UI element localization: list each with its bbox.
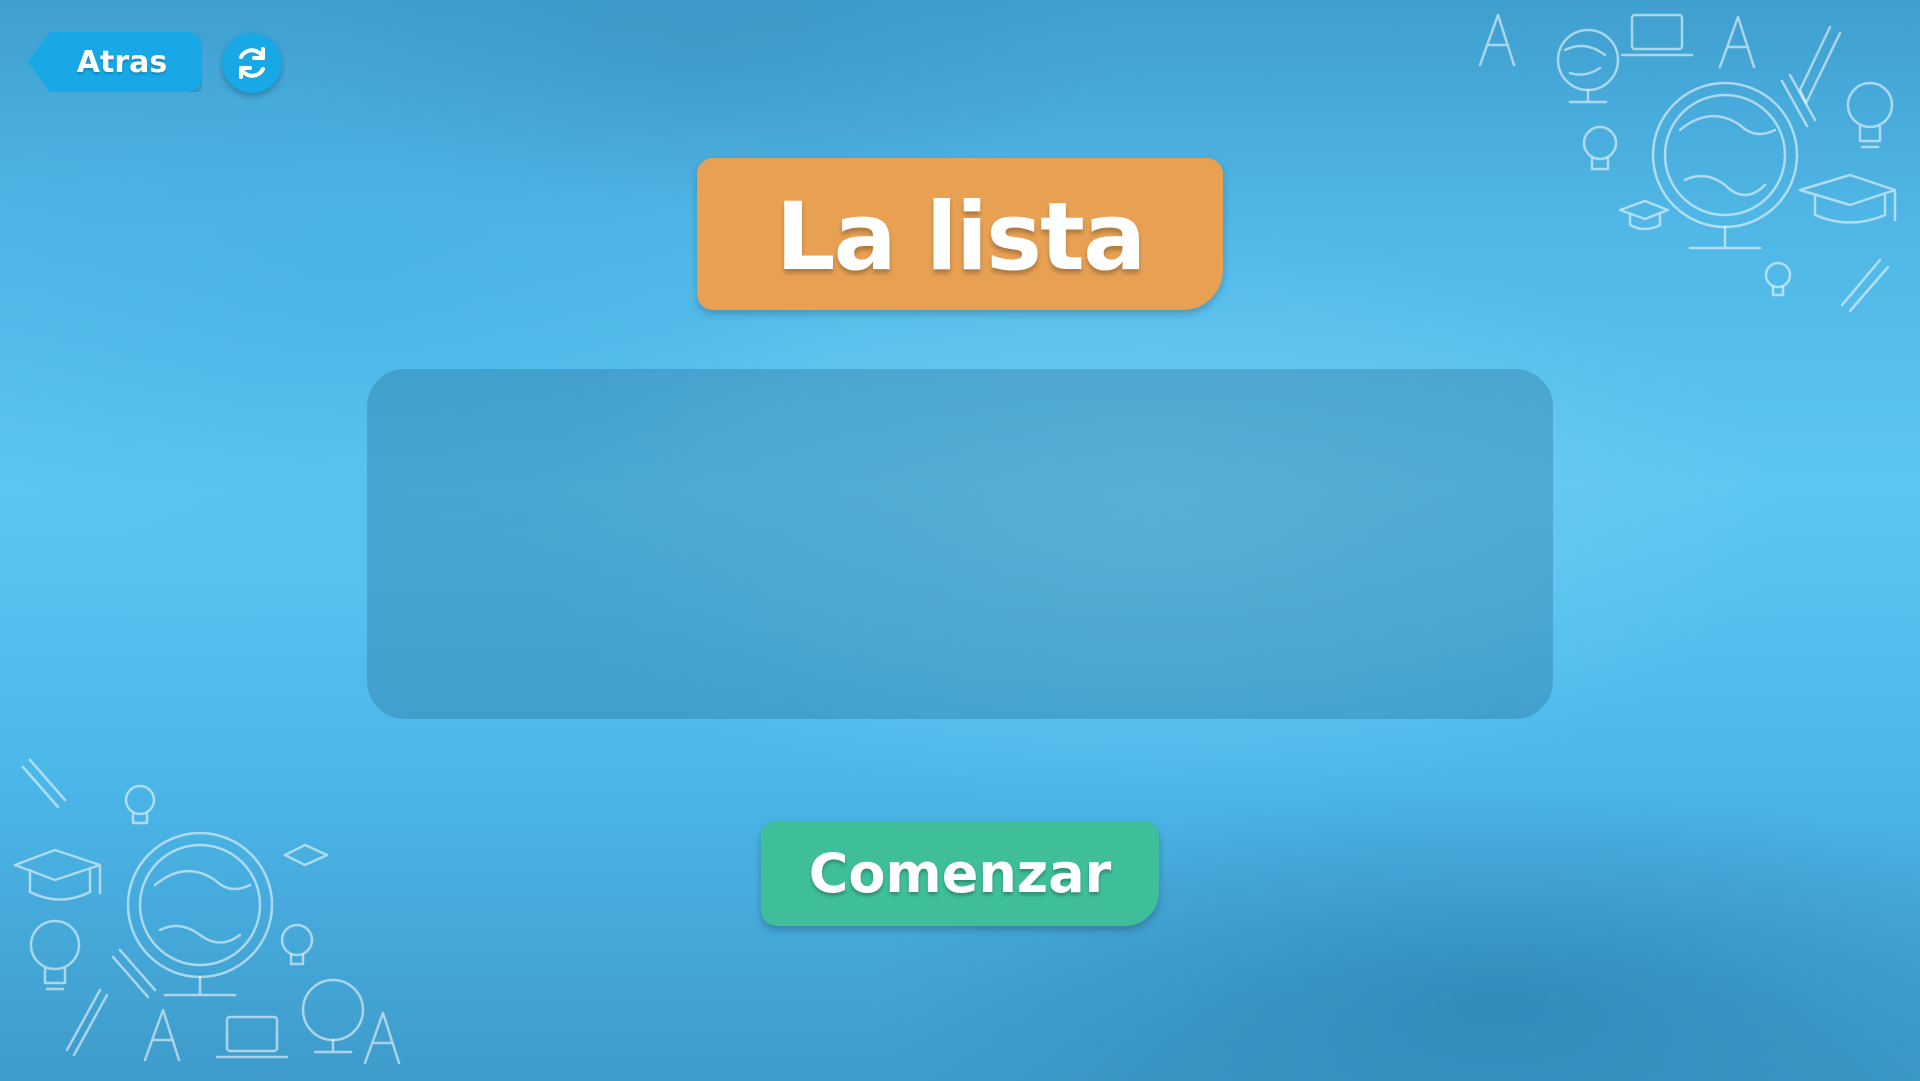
back-button-label: Atras bbox=[76, 44, 168, 80]
light-bulb-icon bbox=[124, 784, 156, 825]
graduation-cap-icon bbox=[283, 843, 329, 867]
light-bulb-icon bbox=[1846, 81, 1894, 149]
globe-icon bbox=[301, 978, 365, 1054]
letter-a-icon bbox=[1718, 15, 1756, 69]
pencil-icon bbox=[1780, 73, 1817, 128]
pencil-icon bbox=[21, 758, 67, 809]
game-screen: Atras La lista Comenzar bbox=[0, 0, 1920, 1081]
school-doodles-bottom-left bbox=[13, 758, 401, 1065]
letter-a-icon bbox=[363, 1011, 401, 1065]
title-badge: La lista bbox=[697, 158, 1223, 310]
light-bulb-icon bbox=[1582, 125, 1618, 171]
pencil-icon bbox=[1840, 258, 1890, 313]
back-button[interactable]: Atras bbox=[28, 32, 202, 92]
light-bulb-icon bbox=[280, 923, 314, 966]
school-doodles-top-right bbox=[1478, 13, 1897, 313]
laptop-icon bbox=[215, 1015, 289, 1059]
letter-a-icon bbox=[143, 1008, 181, 1062]
pencil-icon bbox=[1798, 25, 1842, 105]
pencil-icon bbox=[111, 948, 157, 999]
graduation-cap-icon bbox=[13, 848, 102, 901]
pencil-icon bbox=[65, 988, 109, 1057]
light-bulb-icon bbox=[1764, 261, 1792, 297]
globe-icon bbox=[126, 831, 274, 997]
laptop-icon bbox=[1620, 13, 1694, 57]
list-panel bbox=[367, 369, 1553, 719]
reload-button[interactable] bbox=[222, 33, 282, 93]
reload-icon bbox=[239, 47, 265, 79]
globe-icon bbox=[1556, 28, 1620, 104]
graduation-cap-icon bbox=[1618, 199, 1670, 231]
start-button[interactable]: Comenzar bbox=[761, 821, 1159, 926]
start-button-label: Comenzar bbox=[808, 842, 1112, 905]
graduation-cap-icon bbox=[1798, 173, 1897, 224]
light-bulb-icon bbox=[29, 919, 81, 991]
globe-icon bbox=[1651, 81, 1799, 250]
letter-a-icon bbox=[1478, 13, 1516, 67]
page-title: La lista bbox=[775, 182, 1147, 292]
